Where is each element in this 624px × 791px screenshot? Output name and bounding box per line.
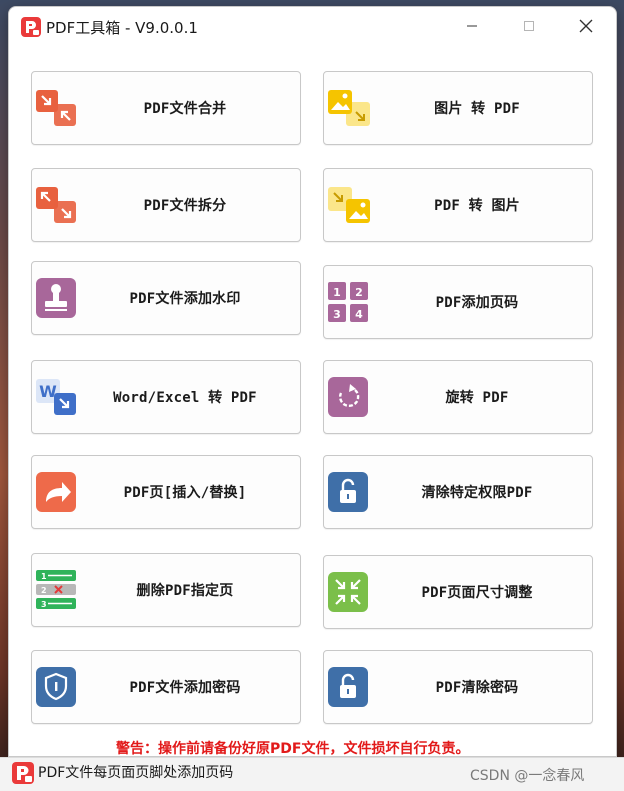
tool-resize-page[interactable]: PDF页面尺寸调整 bbox=[323, 555, 593, 629]
minimize-icon bbox=[467, 25, 477, 27]
tool-label: PDF文件拆分 bbox=[143, 198, 227, 214]
svg-text:3: 3 bbox=[333, 308, 341, 321]
split-icon bbox=[36, 187, 76, 223]
tool-pdf-to-image[interactable]: PDF 转 图片 bbox=[323, 168, 593, 242]
close-button[interactable] bbox=[563, 7, 609, 45]
tool-image-to-pdf[interactable]: 图片 转 PDF bbox=[323, 71, 593, 145]
taskbar-window-title[interactable]: PDF文件每页面页脚处添加页码 bbox=[38, 762, 233, 782]
tool-label: Word/Excel 转 PDF bbox=[113, 390, 257, 406]
maximize-button[interactable] bbox=[506, 7, 552, 45]
tool-label: PDF页[插入/替换] bbox=[123, 485, 247, 501]
stamp-icon bbox=[36, 278, 76, 318]
tool-label: 清除特定权限PDF bbox=[421, 485, 533, 501]
svg-text:1: 1 bbox=[41, 572, 47, 581]
delete-page-icon: 1 2 3 bbox=[36, 570, 76, 609]
tool-label: PDF文件添加密码 bbox=[129, 680, 241, 696]
maximize-icon bbox=[524, 21, 534, 31]
svg-text:1: 1 bbox=[333, 286, 341, 299]
tool-remove-password[interactable]: PDF清除密码 bbox=[323, 650, 593, 724]
pdf-to-image-icon bbox=[328, 187, 370, 223]
tool-label: 旋转 PDF bbox=[445, 390, 509, 406]
tool-word-excel-to-pdf[interactable]: W Word/Excel 转 PDF bbox=[31, 360, 301, 434]
tool-label: PDF文件添加水印 bbox=[129, 291, 241, 307]
tool-split-pdf[interactable]: PDF文件拆分 bbox=[31, 168, 301, 242]
tool-remove-permissions[interactable]: 清除特定权限PDF bbox=[323, 455, 593, 529]
merge-icon bbox=[36, 90, 76, 126]
svg-text:2: 2 bbox=[355, 286, 363, 299]
app-window: PDF工具箱 - V9.0.0.1 PDF文件合并 图片 转 PDF PDF文件… bbox=[8, 6, 617, 757]
unlock-icon bbox=[328, 667, 368, 707]
svg-text:3: 3 bbox=[41, 600, 47, 609]
image-to-pdf-icon bbox=[328, 90, 370, 126]
backup-warning: 警告：操作前请备份好原PDF文件，文件损坏自行负责。 bbox=[116, 741, 470, 757]
tool-label: PDF 转 图片 bbox=[434, 198, 520, 214]
tool-label: PDF页面尺寸调整 bbox=[421, 585, 533, 601]
tool-label: 删除PDF指定页 bbox=[136, 583, 234, 599]
tool-delete-pages[interactable]: 1 2 3 删除PDF指定页 bbox=[31, 553, 301, 627]
tool-add-watermark[interactable]: PDF文件添加水印 bbox=[31, 261, 301, 335]
tool-label: PDF清除密码 bbox=[435, 680, 519, 696]
csdn-watermark: CSDN @一念春风 bbox=[470, 768, 585, 784]
tool-rotate-pdf[interactable]: 旋转 PDF bbox=[323, 360, 593, 434]
tool-add-page-number[interactable]: 1 2 3 4 PDF添加页码 bbox=[323, 265, 593, 339]
title-bar[interactable]: PDF工具箱 - V9.0.0.1 bbox=[9, 7, 616, 45]
shield-icon bbox=[36, 667, 76, 707]
tool-label: PDF添加页码 bbox=[435, 295, 519, 311]
window-title: PDF工具箱 - V9.0.0.1 bbox=[46, 19, 198, 37]
app-logo-icon bbox=[21, 17, 41, 37]
tool-add-password[interactable]: PDF文件添加密码 bbox=[31, 650, 301, 724]
tool-merge-pdf[interactable]: PDF文件合并 bbox=[31, 71, 301, 145]
page-number-icon: 1 2 3 4 bbox=[328, 282, 368, 322]
minimize-button[interactable] bbox=[449, 7, 495, 45]
svg-text:2: 2 bbox=[41, 586, 47, 595]
word-to-pdf-icon: W bbox=[36, 379, 76, 415]
rotate-icon bbox=[328, 377, 368, 417]
app-logo-icon bbox=[12, 762, 34, 784]
close-icon bbox=[579, 19, 593, 33]
share-arrow-icon bbox=[36, 472, 76, 512]
resize-icon bbox=[328, 572, 368, 612]
svg-text:4: 4 bbox=[355, 308, 363, 321]
tool-insert-replace-page[interactable]: PDF页[插入/替换] bbox=[31, 455, 301, 529]
tool-label: PDF文件合并 bbox=[143, 101, 227, 117]
taskbar: PDF文件每页面页脚处添加页码 CSDN @一念春风 bbox=[0, 757, 624, 791]
tool-label: 图片 转 PDF bbox=[434, 101, 520, 117]
unlock-icon bbox=[328, 472, 368, 512]
